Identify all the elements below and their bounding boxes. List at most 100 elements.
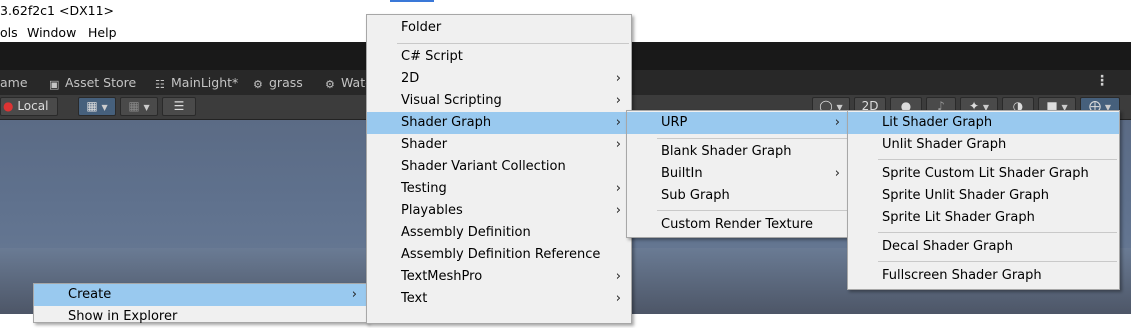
menu-help[interactable]: Help [88,25,117,40]
padlock-icon: ⚙ [325,78,335,91]
menu-item-shader-graph[interactable]: Shader Graph › [367,112,631,134]
menu-item-label: Shader Variant Collection [401,159,566,174]
menu-item-label: Sprite Custom Lit Shader Graph [882,166,1089,181]
menu-item-textmeshpro[interactable]: TextMeshPro › [367,266,631,288]
menu-item-shader-variant-collection[interactable]: Shader Variant Collection [367,156,631,178]
menu-window[interactable]: Window [27,25,76,40]
chevron-right-icon: › [834,166,840,181]
more-options-icon[interactable]: ⋮ [1095,73,1109,89]
menu-item-folder[interactable]: Folder [367,17,631,39]
chevron-down-icon: ▼ [143,103,150,112]
grid-visibility-toggle[interactable]: ▦ ▼ [120,97,158,116]
menu-item-label: 2D [401,71,420,86]
menu-item-shader[interactable]: Shader › [367,134,631,156]
grid-snap-toggle[interactable]: ▦ ▼ [78,97,116,116]
menu-item-label: Assembly Definition Reference [401,247,601,262]
menu-item-sprite-lit-shader-graph[interactable]: Sprite Lit Shader Graph [848,207,1119,229]
menu-item-label: Custom Render Texture [661,217,813,232]
menu-item-blank-shader-graph[interactable]: Blank Shader Graph [627,141,850,163]
chevron-right-icon: › [615,137,621,152]
menu-separator [657,138,848,139]
pivot-label: Local [17,99,49,113]
increment-snap-button[interactable]: ☰ [162,97,196,116]
title-accent-strip [390,0,434,2]
pivot-rotation-dropdown[interactable]: ● Local ▼ [0,97,58,129]
menu-item-label: Folder [401,20,442,35]
menu-item-show-in-explorer[interactable]: Show in Explorer [34,306,367,328]
menu-item-label: TextMeshPro [401,269,483,284]
padlock-icon: ⚙ [253,78,263,91]
urp-submenu: Lit Shader Graph Unlit Shader Graph Spri… [847,110,1120,290]
chevron-right-icon: › [615,203,621,218]
menu-item-sprite-custom-lit-shader-graph[interactable]: Sprite Custom Lit Shader Graph [848,163,1119,185]
chevron-right-icon: › [351,287,357,302]
menu-item-label: C# Script [401,49,463,64]
menu-item-fullscreen-shader-graph[interactable]: Fullscreen Shader Graph [848,265,1119,287]
chevron-down-icon: ▼ [101,103,108,112]
menu-item-label: BuiltIn [661,166,703,181]
chevron-right-icon: › [615,115,621,130]
menu-item-visual-scripting[interactable]: Visual Scripting › [367,90,631,112]
menu-item-2d[interactable]: 2D › [367,68,631,90]
menu-item-text[interactable]: Text › [367,288,631,310]
tab-label: ame [0,75,28,90]
tab-label: Asset Store [65,75,137,90]
menu-item-label: Shader [401,137,448,152]
chevron-right-icon: › [615,181,621,196]
menu-item-assembly-definition[interactable]: Assembly Definition [367,222,631,244]
chevron-right-icon: › [615,71,621,86]
menu-item-create[interactable]: Create › [34,284,367,306]
tab-label: grass [269,75,303,90]
menu-item-csharp-script[interactable]: C# Script [367,46,631,68]
menu-item-label: Visual Scripting [401,93,502,108]
menu-item-label: Text [401,291,428,306]
menu-item-label: Blank Shader Graph [661,144,792,159]
menu-item-custom-render-texture[interactable]: Custom Render Texture [627,214,850,236]
menu-item-label: URP [661,115,688,130]
menu-item-urp[interactable]: URP › [627,112,850,134]
menu-separator [657,210,848,211]
menu-item-decal-shader-graph[interactable]: Decal Shader Graph [848,236,1119,258]
create-submenu: Folder C# Script 2D › Visual Scripting › S… [366,14,632,324]
menu-item-label: Sprite Lit Shader Graph [882,210,1035,225]
menu-separator [878,232,1117,233]
menu-item-unlit-shader-graph[interactable]: Unlit Shader Graph [848,134,1119,156]
tab-grass[interactable]: ⚙ grass [253,75,303,91]
menu-item-label: Assembly Definition [401,225,531,240]
chevron-right-icon: › [615,291,621,306]
chevron-right-icon: › [834,115,840,130]
menu-item-sprite-unlit-shader-graph[interactable]: Sprite Unlit Shader Graph [848,185,1119,207]
window-title: 3.62f2c1 <DX11> [0,3,115,18]
chevron-right-icon: › [615,93,621,108]
tab-mainlight[interactable]: ☷ MainLight* [155,75,239,91]
menu-separator [878,159,1117,160]
hierarchy-icon: ☷ [155,78,165,91]
chevron-right-icon: › [615,269,621,284]
menu-item-label: Decal Shader Graph [882,239,1013,254]
menu-item-label: Shader Graph [401,115,492,130]
menu-item-label: Lit Shader Graph [882,115,993,130]
menu-item-label: Playables [401,203,463,218]
menu-item-lit-shader-graph[interactable]: Lit Shader Graph [848,112,1119,134]
menu-item-testing[interactable]: Testing › [367,178,631,200]
menu-item-label: Fullscreen Shader Graph [882,268,1042,283]
menu-item-label: Unlit Shader Graph [882,137,1007,152]
tab-asset-store[interactable]: ▣ Asset Store [49,75,137,91]
project-context-menu: Create › Show in Explorer [33,283,368,324]
menu-separator [397,43,629,44]
menu-tools[interactable]: ols [0,25,18,40]
ruler-icon: ☰ [173,99,185,113]
shopping-bag-icon: ▣ [49,78,60,91]
menu-item-label: Testing [401,181,447,196]
menu-item-assembly-definition-reference[interactable]: Assembly Definition Reference [367,244,631,266]
menu-item-playables[interactable]: Playables › [367,200,631,222]
tab-game[interactable]: ame [0,75,28,90]
menu-item-label: Create [68,287,112,302]
tab-label: MainLight* [171,75,239,90]
grid-icon: ▦ [86,99,98,113]
menu-item-label: Sub Graph [661,188,730,203]
menu-item-label: Sprite Unlit Shader Graph [882,188,1049,203]
menu-item-sub-graph[interactable]: Sub Graph [627,185,850,207]
menu-item-builtin[interactable]: BuiltIn › [627,163,850,185]
shader-graph-submenu: URP › Blank Shader Graph BuiltIn › Sub Gra… [626,110,851,238]
